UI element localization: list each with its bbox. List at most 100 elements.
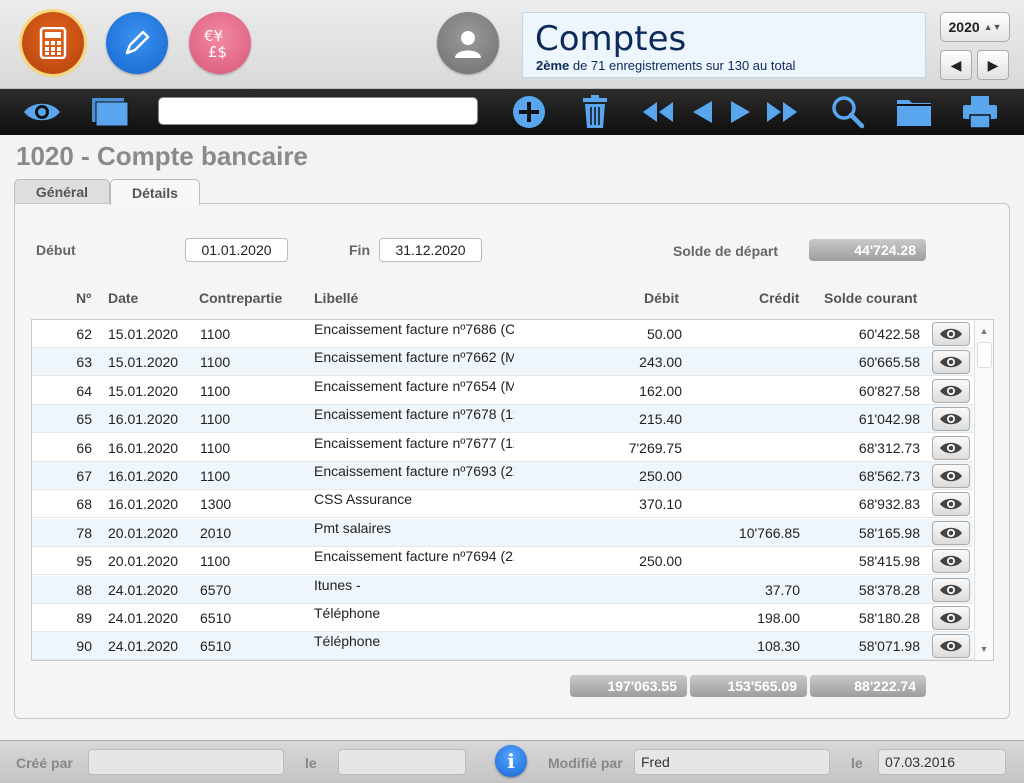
row-counterpart: 1100 xyxy=(200,468,231,484)
row-label: Téléphone xyxy=(314,633,381,650)
table-row[interactable]: 95 20.01.2020 1100 Encaissement facture nº7… xyxy=(32,547,973,576)
view-row-button[interactable] xyxy=(932,464,970,488)
previous-record-button[interactable] xyxy=(685,89,719,135)
row-credit: 108.30 xyxy=(757,638,800,655)
row-date: 15.01.2020 xyxy=(108,354,179,371)
eye-icon xyxy=(940,470,962,482)
user-button[interactable] xyxy=(437,12,499,74)
table-row[interactable]: 65 16.01.2020 1100 Encaissement facture nº7… xyxy=(32,405,973,434)
view-row-button[interactable] xyxy=(932,549,970,574)
row-debit xyxy=(592,576,682,604)
table-row[interactable]: 63 15.01.2020 1100 Encaissement facture nº7… xyxy=(32,348,973,377)
eye-icon xyxy=(940,328,962,340)
tab-details[interactable]: Détails xyxy=(110,179,200,205)
row-credit xyxy=(712,547,800,575)
next-record-button[interactable]: ▶ xyxy=(977,50,1009,80)
calculator-button[interactable] xyxy=(22,12,84,74)
total-credit: 153'565.09 xyxy=(690,675,807,697)
eye-icon xyxy=(24,103,60,121)
edit-button[interactable] xyxy=(106,12,168,74)
row-credit xyxy=(712,490,800,518)
row-counterpart: 6510 xyxy=(200,638,232,655)
next-record-button-toolbar[interactable] xyxy=(724,89,758,135)
scroll-up-icon[interactable]: ▲ xyxy=(975,322,993,340)
calculator-icon xyxy=(39,27,67,59)
record-position: 2ème xyxy=(536,58,570,73)
modified-on-label: le xyxy=(851,755,863,771)
page-title: 1020 - Compte bancaire xyxy=(16,141,308,171)
row-date: 15.01.2020 xyxy=(108,326,179,342)
table-row[interactable]: 90 24.01.2020 6510 Téléphone 108.30 58'071.98 xyxy=(32,632,973,660)
row-date: 16.01.2020 xyxy=(108,468,179,484)
scroll-thumb[interactable] xyxy=(977,342,992,368)
created-on-field xyxy=(338,749,466,775)
table-row[interactable]: 68 16.01.2020 1300 CSS Assurance 370.10 68'93… xyxy=(32,490,973,519)
table-row[interactable]: 88 24.01.2020 6570 Itunes - 37.70 58'378.28 xyxy=(32,575,973,604)
row-credit: 10'766.85 xyxy=(738,524,800,541)
start-date-field[interactable]: 01.01.2020 xyxy=(185,238,288,262)
chevron-updown-icon: ▲▼ xyxy=(983,22,1002,32)
view-row-button[interactable] xyxy=(932,407,970,432)
view-row-button[interactable] xyxy=(932,634,970,659)
currency-button[interactable]: €¥ £$ xyxy=(189,12,251,74)
triangle-left-icon: ◀ xyxy=(950,56,962,73)
add-button[interactable] xyxy=(507,89,551,135)
row-number: 78 xyxy=(76,524,92,541)
scroll-down-icon[interactable]: ▼ xyxy=(975,640,993,658)
delete-button[interactable] xyxy=(573,89,617,135)
scrollbar[interactable]: ▲ ▼ xyxy=(974,320,993,660)
print-icon xyxy=(963,96,997,129)
currency-icon: €¥£$ xyxy=(204,27,227,61)
row-balance: 60'827.58 xyxy=(858,382,920,399)
view-row-button[interactable] xyxy=(932,492,970,517)
view-row-button[interactable] xyxy=(932,435,970,460)
info-icon: i xyxy=(507,749,515,773)
row-number: 63 xyxy=(76,354,92,371)
table-row[interactable]: 66 16.01.2020 1100 Encaissement facture nº7… xyxy=(32,434,973,462)
row-number: 90 xyxy=(76,638,92,655)
row-number: 66 xyxy=(76,439,92,456)
view-button[interactable] xyxy=(20,89,64,135)
table-row[interactable]: 89 24.01.2020 6510 Téléphone 198.00 58'180.28 xyxy=(32,604,973,632)
view-row-button[interactable] xyxy=(932,350,970,375)
search-input[interactable] xyxy=(158,97,478,125)
table-row[interactable]: 67 16.01.2020 1100 Encaissement facture nº7… xyxy=(32,462,973,490)
row-label: Pmt salaires xyxy=(314,519,392,536)
table-row[interactable]: 64 15.01.2020 1100 Encaissement facture nº7… xyxy=(32,377,973,405)
row-number: 62 xyxy=(76,326,92,342)
view-row-button[interactable] xyxy=(932,577,970,602)
view-row-button[interactable] xyxy=(932,322,970,346)
info-button[interactable]: i xyxy=(495,745,527,777)
tab-general[interactable]: Général xyxy=(14,179,110,204)
year-select[interactable]: 2020 ▲▼ xyxy=(940,12,1010,42)
folder-button[interactable] xyxy=(892,89,936,135)
row-balance: 58'071.98 xyxy=(858,638,920,655)
view-row-button[interactable] xyxy=(932,606,970,630)
row-counterpart: 1100 xyxy=(200,553,231,570)
row-date: 16.01.2020 xyxy=(108,496,179,513)
search-icon xyxy=(832,96,865,129)
print-button[interactable] xyxy=(958,89,1002,135)
column-header-counterpart: Contrepartie xyxy=(199,290,283,306)
table-row[interactable]: 78 20.01.2020 2010 Pmt salaires 10'766.85 58'… xyxy=(32,518,973,547)
created-on-label: le xyxy=(305,755,317,771)
last-record-button[interactable] xyxy=(762,89,802,135)
view-row-button[interactable] xyxy=(932,378,970,403)
row-date: 24.01.2020 xyxy=(108,581,179,598)
first-record-button[interactable] xyxy=(638,89,678,135)
row-debit: 243.00 xyxy=(639,354,682,371)
table-row[interactable]: 62 15.01.2020 1100 Encaissement facture nº7… xyxy=(32,320,973,348)
first-icon xyxy=(643,102,673,122)
window-button[interactable] xyxy=(88,89,132,135)
row-balance: 58'180.28 xyxy=(858,610,920,626)
transactions-table: 62 15.01.2020 1100 Encaissement facture nº7… xyxy=(31,319,994,661)
row-debit: 250.00 xyxy=(639,468,682,484)
record-total-text: de 71 enregistrements sur 130 au total xyxy=(569,58,796,73)
row-balance: 58'165.98 xyxy=(858,524,920,541)
prev-record-button[interactable]: ◀ xyxy=(940,50,972,80)
row-debit: 162.00 xyxy=(639,382,682,399)
view-row-button[interactable] xyxy=(932,520,970,545)
search-button[interactable] xyxy=(826,89,870,135)
toolbar xyxy=(0,89,1024,135)
end-date-field[interactable]: 31.12.2020 xyxy=(379,238,482,262)
